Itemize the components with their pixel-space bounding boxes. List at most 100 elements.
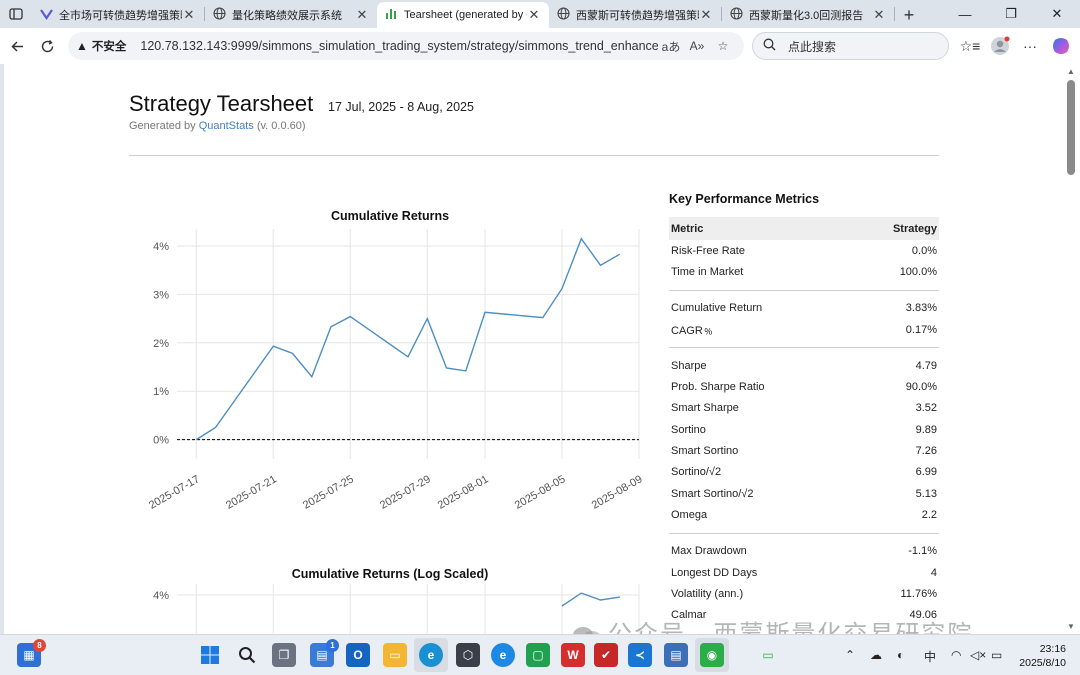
metric-value: 5.13 xyxy=(915,487,937,500)
metric-label: Smart Sortino xyxy=(671,445,739,458)
metric-row: Longest DD Days 4 xyxy=(669,562,939,583)
globe-icon xyxy=(730,7,743,23)
clock-date: 2025/8/10 xyxy=(1019,657,1066,669)
x-tick-label: 2025-08-09 xyxy=(590,473,645,512)
metric-value: 100.0% xyxy=(899,265,937,278)
clock-time: 23:16 xyxy=(1039,643,1066,655)
cumulative-returns-log-chart: 4% xyxy=(153,584,640,634)
scroll-down-icon[interactable]: ▼ xyxy=(1067,622,1075,631)
tab-simmons-cb-strategy[interactable]: 西蒙斯可转债趋势增强策略 ✕ xyxy=(549,2,721,28)
back-arrow-icon[interactable] xyxy=(2,31,32,61)
tray-overflow-icon[interactable]: ⌃ xyxy=(845,648,855,662)
metric-value: 7.26 xyxy=(915,445,937,458)
y-tick-label: 1% xyxy=(153,386,169,398)
metrics-group-divider xyxy=(669,340,939,355)
tab-backtest-report[interactable]: 西蒙斯量化3.0回测报告 ✕ xyxy=(722,2,894,28)
metric-label: Max Drawdown xyxy=(671,545,747,558)
task-view-icon[interactable]: ❐ xyxy=(272,643,296,667)
metrics-group-divider xyxy=(669,526,939,541)
more-menu-icon[interactable]: ··· xyxy=(1018,34,1042,58)
close-icon[interactable]: ✕ xyxy=(527,7,541,22)
file-explorer-icon[interactable]: ▭ xyxy=(383,643,407,667)
metric-row: Smart Sharpe 3.52 xyxy=(669,398,939,419)
profile-avatar-icon[interactable] xyxy=(988,34,1012,58)
url-text[interactable]: 120.78.132.143:9999/simmons_simulation_t… xyxy=(140,39,658,53)
refresh-icon[interactable] xyxy=(32,31,62,61)
store-icon[interactable]: ▤ 1 xyxy=(310,639,339,667)
metric-row: Smart Sortino/√2 5.13 xyxy=(669,483,939,504)
close-icon[interactable]: ✕ xyxy=(872,7,886,22)
scrollbar-thumb[interactable] xyxy=(1067,80,1075,175)
metric-row: Max Drawdown -1.1% xyxy=(669,541,939,562)
x-tick-label: 2025-08-01 xyxy=(436,473,491,512)
metric-row: Volatility (ann.) 11.76% xyxy=(669,583,939,604)
metric-row: Sharpe 4.79 xyxy=(669,355,939,376)
restore-icon[interactable]: ❐ xyxy=(988,0,1034,28)
tab-cb-trend-strategy[interactable]: 全市场可转债趋势增强策略 ✕ xyxy=(32,2,204,28)
tab-actions-menu-icon[interactable] xyxy=(0,0,32,28)
metric-row: Sortino 9.89 xyxy=(669,419,939,440)
scroll-up-icon[interactable]: ▲ xyxy=(1067,67,1075,76)
chart-title-cumulative-returns-log: Cumulative Returns (Log Scaled) xyxy=(291,567,489,581)
search-input[interactable]: 点此搜索 xyxy=(752,32,949,60)
generated-version: (v. 0.0.60) xyxy=(253,120,306,132)
address-bar[interactable]: ▲ 不安全 120.78.132.143:9999/simmons_simula… xyxy=(68,32,744,60)
security-tray-icon[interactable]: ◐ xyxy=(897,648,904,662)
notification-badge: 8 xyxy=(33,639,46,652)
quantstats-link[interactable]: QuantStats xyxy=(199,120,254,132)
app-logo-icon xyxy=(40,7,53,23)
start-icon[interactable] xyxy=(198,643,222,667)
trading-app-icon[interactable]: ✔ xyxy=(594,643,618,667)
battery-icon[interactable]: ▭ xyxy=(991,648,1002,662)
close-window-icon[interactable]: ✕ xyxy=(1034,0,1080,28)
search-icon xyxy=(763,38,776,54)
volume-muted-icon[interactable]: ◁× xyxy=(970,648,986,662)
metrics-title: Key Performance Metrics xyxy=(669,192,820,206)
x-tick-label: 2025-07-17 xyxy=(147,473,202,512)
cloud-offline-icon[interactable]: ☁ xyxy=(870,648,882,662)
favorite-star-icon[interactable]: ☆ xyxy=(710,39,736,53)
close-icon[interactable]: ✕ xyxy=(699,7,713,22)
screen-share-icon[interactable]: ▭ xyxy=(756,643,780,667)
metric-row: Prob. Sharpe Ratio 90.0% xyxy=(669,376,939,397)
favorites-icon[interactable]: ☆≡ xyxy=(958,34,982,58)
outlook-icon[interactable]: O xyxy=(346,643,370,667)
tab-performance-system[interactable]: 量化策略绩效展示系统 ✕ xyxy=(205,2,377,28)
wifi-icon[interactable]: ◠ xyxy=(951,648,961,662)
metric-label: Time in Market xyxy=(671,265,744,278)
widgets-icon[interactable]: ▦ 8 xyxy=(17,639,46,667)
wechat-icon[interactable]: ◉ xyxy=(700,643,724,667)
system-clock[interactable]: 23:16 2025/8/10 xyxy=(1019,642,1066,670)
security-status-label[interactable]: 不安全 xyxy=(92,38,127,54)
copilot-icon[interactable] xyxy=(1049,34,1073,58)
generated-prefix: Generated by xyxy=(129,120,199,132)
y-tick-label: 4% xyxy=(153,241,169,253)
tab-tearsheet[interactable]: Tearsheet (generated by QuantStats) ✕ xyxy=(377,2,549,28)
notes-app-icon[interactable]: ▤ xyxy=(664,643,688,667)
notification-badge: 1 xyxy=(326,639,339,652)
window-controls: — ❐ ✕ xyxy=(942,0,1080,28)
new-tab-button[interactable]: + xyxy=(895,2,923,28)
metric-label: Smart Sortino/√2 xyxy=(671,487,754,500)
metric-value: -1.1% xyxy=(908,545,937,558)
dev-tool-icon[interactable]: ⬡ xyxy=(456,643,480,667)
edge-dev-icon[interactable]: e xyxy=(491,643,515,667)
minimize-icon[interactable]: — xyxy=(942,0,988,28)
close-icon[interactable]: ✕ xyxy=(182,7,196,22)
chat-app-icon[interactable]: ▢ xyxy=(526,643,550,667)
close-icon[interactable]: ✕ xyxy=(355,7,369,22)
read-aloud-icon[interactable]: A» xyxy=(684,39,710,53)
metric-label: Sharpe xyxy=(671,359,707,372)
series-line-strategy xyxy=(195,237,621,441)
vscode-icon[interactable]: ≺ xyxy=(628,643,652,667)
ime-indicator[interactable]: 中 xyxy=(924,648,936,665)
wps-icon[interactable]: W xyxy=(561,643,585,667)
edge-icon[interactable]: e xyxy=(419,643,443,667)
search-icon[interactable] xyxy=(235,643,259,667)
translate-icon[interactable]: aあ xyxy=(658,38,684,55)
metric-label: Prob. Sharpe Ratio xyxy=(671,381,765,394)
tab-title: 量化策略绩效展示系统 xyxy=(232,10,342,22)
page-scrollbar[interactable]: ▲ ▼ xyxy=(1064,64,1080,634)
chart-title-cumulative-returns: Cumulative Returns xyxy=(330,209,450,223)
tab-strip: 全市场可转债趋势增强策略 ✕ 量化策略绩效展示系统 ✕ Tearsheet (g… xyxy=(0,0,1080,28)
